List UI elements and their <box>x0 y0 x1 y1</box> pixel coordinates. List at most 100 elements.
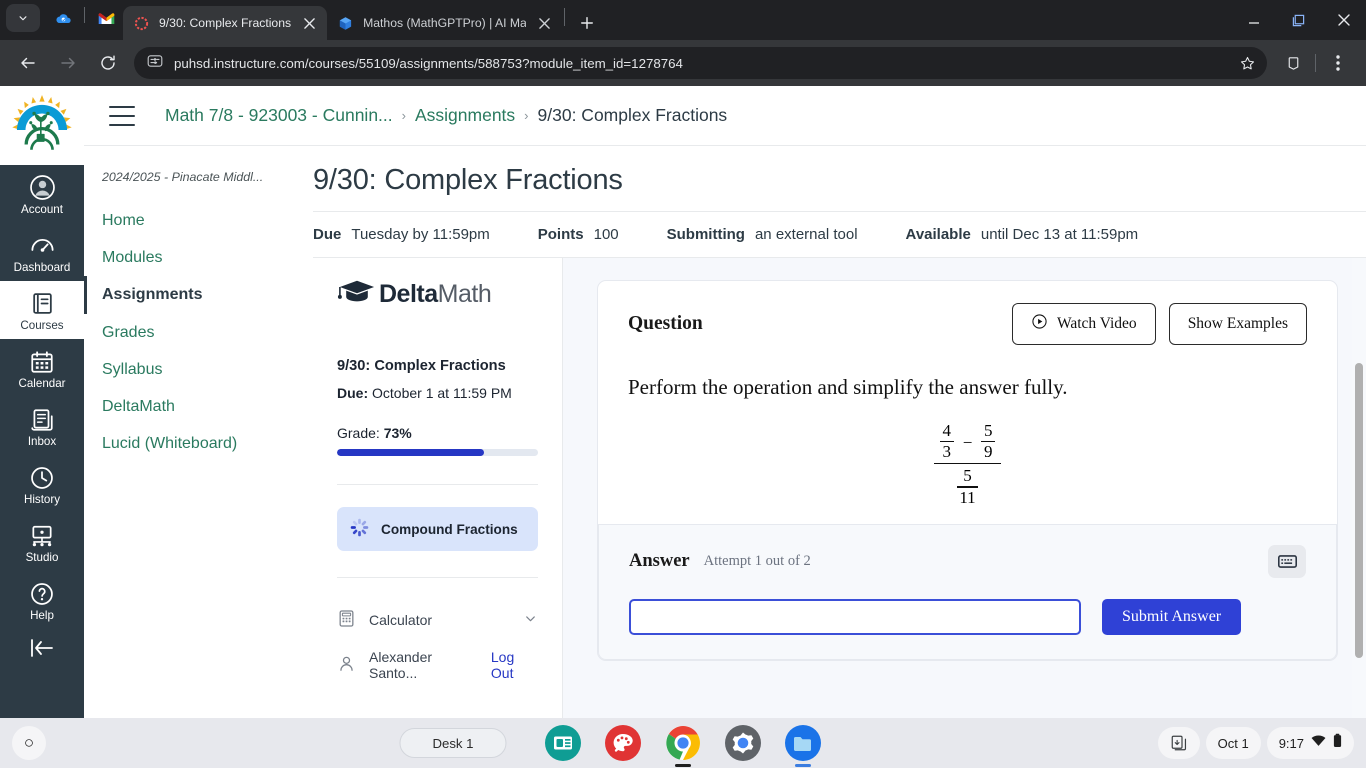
app-chrome[interactable] <box>664 724 702 762</box>
gnav-label: Dashboard <box>14 261 71 274</box>
minimize-icon[interactable] <box>1231 3 1276 37</box>
account-avatar-icon <box>29 174 56 201</box>
mathos-cube-icon <box>337 15 354 32</box>
complex-fraction: 4 3 − 5 9 <box>934 422 1002 506</box>
browser-toolbar: puhsd.instructure.com/courses/55109/assi… <box>0 40 1366 86</box>
math-expression: 4 3 − 5 9 <box>628 422 1307 506</box>
skill-chip-compound-fractions[interactable]: Compound Fractions <box>337 507 538 551</box>
tab-search-chevron-icon[interactable] <box>6 4 40 32</box>
screen-capture-icon[interactable] <box>1158 727 1200 759</box>
gnav-item-calendar[interactable]: Calendar <box>0 339 84 397</box>
gnav-label: Calendar <box>18 377 65 390</box>
wifi-icon <box>1311 734 1326 752</box>
tab-divider <box>564 8 565 26</box>
maximize-icon[interactable] <box>1276 3 1321 37</box>
gnav-item-help[interactable]: Help <box>0 571 84 629</box>
watch-video-button[interactable]: Watch Video <box>1012 303 1156 345</box>
meta-points-value: 100 <box>594 226 619 243</box>
desk-switcher[interactable]: Desk 1 <box>399 728 506 758</box>
reload-icon[interactable] <box>93 48 123 78</box>
keyboard-icon[interactable] <box>1268 545 1306 578</box>
dm-due-label: Due: <box>337 385 368 401</box>
meta-due: Due Tuesday by 11:59pm <box>313 226 490 243</box>
studio-screen-icon <box>29 522 55 549</box>
site-settings-icon[interactable] <box>147 53 163 74</box>
browser-tab-active[interactable]: 9/30: Complex Fractions <box>123 6 327 40</box>
divider <box>337 577 538 578</box>
sidebar-item-deltamath[interactable]: DeltaMath <box>84 388 298 425</box>
new-tab-button[interactable] <box>573 9 601 37</box>
numerator: 5 <box>961 467 974 485</box>
logout-link[interactable]: Log Out <box>491 649 538 681</box>
close-icon[interactable] <box>1321 3 1366 37</box>
shelf-date: Oct 1 <box>1218 736 1249 751</box>
chevron-down-icon[interactable] <box>523 611 538 629</box>
sidebar-item-lucid[interactable]: Lucid (Whiteboard) <box>84 425 298 462</box>
pinned-divider <box>84 7 85 23</box>
forward-arrow-icon[interactable] <box>53 48 83 78</box>
calculator-row[interactable]: Calculator <box>337 600 538 640</box>
answer-header: Answer Attempt 1 out of 2 <box>629 545 1306 578</box>
skill-chip-label: Compound Fractions <box>381 522 518 537</box>
gnav-label: History <box>24 493 60 506</box>
gnav-item-account[interactable]: Account <box>0 165 84 223</box>
address-bar[interactable]: puhsd.instructure.com/courses/55109/assi… <box>134 47 1267 79</box>
play-circle-icon <box>1031 313 1048 335</box>
breadcrumb-current: 9/30: Complex Fractions <box>538 105 728 126</box>
gnav-item-inbox[interactable]: Inbox <box>0 397 84 455</box>
extensions-icon[interactable] <box>1278 48 1308 78</box>
submit-answer-button[interactable]: Submit Answer <box>1102 599 1241 635</box>
answer-section: Answer Attempt 1 out of 2 <box>598 524 1337 660</box>
scrollbar-thumb[interactable] <box>1355 363 1363 658</box>
course-navigation: 2024/2025 - Pinacate Middl... Home Modul… <box>84 146 298 718</box>
content-row: 2024/2025 - Pinacate Middl... Home Modul… <box>84 146 1366 718</box>
dm-due: Due: October 1 at 11:59 PM <box>337 385 538 401</box>
help-question-icon <box>29 580 55 607</box>
answer-input[interactable] <box>629 599 1081 635</box>
app-settings[interactable] <box>724 724 762 762</box>
app-files[interactable] <box>784 724 822 762</box>
launcher-circle-icon[interactable]: ○ <box>12 726 46 760</box>
user-icon <box>337 654 356 676</box>
sidebar-item-syllabus[interactable]: Syllabus <box>84 351 298 388</box>
gnav-item-dashboard[interactable]: Dashboard <box>0 223 84 281</box>
breadcrumb-course[interactable]: Math 7/8 - 923003 - Cunnin... <box>165 105 393 126</box>
three-dot-menu-icon[interactable] <box>1323 48 1353 78</box>
status-area[interactable]: 9:17 <box>1267 727 1354 759</box>
collapse-arrow-icon[interactable] <box>0 629 84 659</box>
sidebar-item-grades[interactable]: Grades <box>84 314 298 351</box>
url-text: puhsd.instructure.com/courses/55109/assi… <box>174 56 1233 71</box>
app-canvas-paint[interactable] <box>604 724 642 762</box>
date-button[interactable]: Oct 1 <box>1206 727 1261 759</box>
gnav-label: Account <box>21 203 63 216</box>
assignment-meta: Due Tuesday by 11:59pm Points 100 Submit… <box>313 211 1366 258</box>
sidebar-item-home[interactable]: Home <box>84 202 298 239</box>
show-examples-button[interactable]: Show Examples <box>1169 303 1307 345</box>
system-tray: Oct 1 9:17 <box>1158 727 1354 759</box>
star-icon[interactable] <box>1233 49 1261 77</box>
tab-close-icon[interactable] <box>299 13 319 33</box>
gnav-item-studio[interactable]: Studio <box>0 513 84 571</box>
gnav-item-courses[interactable]: Courses <box>0 281 84 339</box>
pinned-tab-gmail[interactable] <box>89 2 123 36</box>
tab-close-icon[interactable] <box>534 13 554 33</box>
browser-tab-inactive[interactable]: Mathos (MathGPTPro) | AI Mat <box>327 6 562 40</box>
fraction-5-11: 5 11 <box>957 467 977 506</box>
app-classroom[interactable] <box>544 724 582 762</box>
district-logo[interactable] <box>0 86 84 165</box>
pinned-tab-cloud[interactable] <box>46 2 80 36</box>
breadcrumb-assignments[interactable]: Assignments <box>415 105 515 126</box>
question-heading: Question <box>628 313 703 335</box>
courses-book-icon <box>30 290 55 317</box>
page-scrollbar[interactable] <box>1352 258 1366 718</box>
meta-submitting-value: an external tool <box>755 226 858 243</box>
desk-label: Desk 1 <box>432 736 473 751</box>
meta-points-label: Points <box>538 226 584 243</box>
user-row[interactable]: Alexander Santo... Log Out <box>337 640 538 690</box>
sidebar-item-modules[interactable]: Modules <box>84 239 298 276</box>
course-nav-toggle-icon[interactable] <box>109 106 135 126</box>
gnav-item-history[interactable]: History <box>0 455 84 513</box>
sidebar-item-assignments[interactable]: Assignments <box>84 276 298 313</box>
battery-icon <box>1333 733 1342 753</box>
back-arrow-icon[interactable] <box>13 48 43 78</box>
